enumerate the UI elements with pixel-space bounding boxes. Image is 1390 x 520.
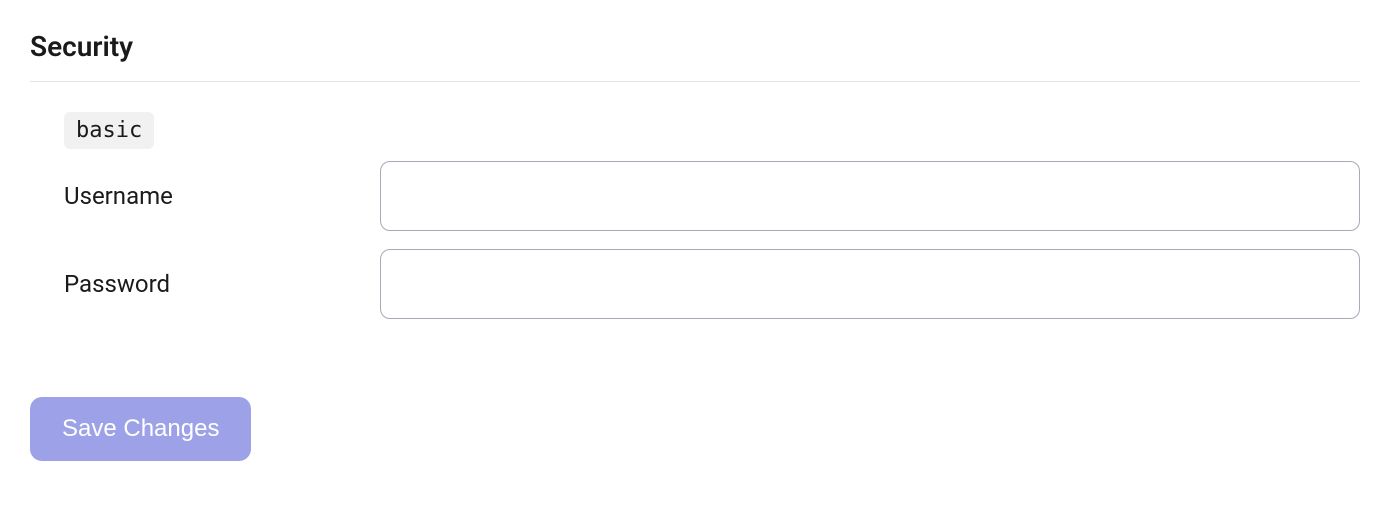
username-input[interactable] — [380, 161, 1360, 231]
username-row: Username — [64, 161, 1360, 231]
username-label: Username — [64, 182, 380, 210]
actions-row: Save Changes — [30, 397, 1360, 461]
section-divider — [30, 81, 1360, 82]
password-label: Password — [64, 270, 380, 298]
save-button[interactable]: Save Changes — [30, 397, 251, 461]
auth-type-badge: basic — [64, 112, 154, 149]
security-section: Security basic Username Password Save Ch… — [30, 30, 1360, 461]
security-form: basic Username Password — [30, 112, 1360, 319]
password-input[interactable] — [380, 249, 1360, 319]
password-row: Password — [64, 249, 1360, 319]
section-title: Security — [30, 30, 1360, 63]
